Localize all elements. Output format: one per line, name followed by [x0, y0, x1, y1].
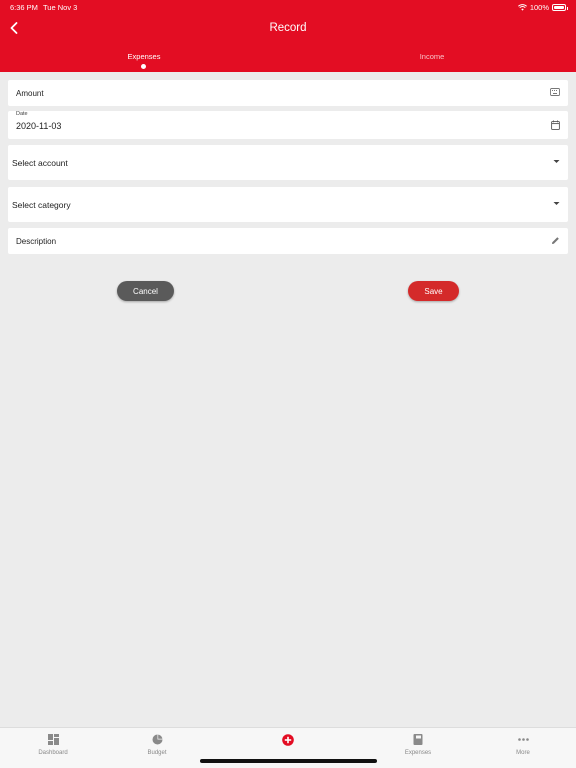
- nav-expenses-label: Expenses: [404, 750, 432, 756]
- tab-income[interactable]: Income: [372, 52, 492, 61]
- more-icon: [483, 733, 563, 746]
- nav-dashboard[interactable]: Dashboard: [13, 733, 93, 756]
- book-icon: [378, 733, 458, 746]
- calendar-icon[interactable]: [551, 120, 560, 130]
- nav-budget-label: Budget: [147, 750, 167, 756]
- home-indicator: [200, 759, 377, 763]
- nav-budget[interactable]: Budget: [117, 733, 197, 756]
- date-field[interactable]: Date 2020-11-03: [8, 111, 568, 139]
- amount-label: Amount: [16, 89, 44, 98]
- dropdown-arrow-icon: [553, 201, 560, 206]
- nav-add[interactable]: [248, 733, 328, 746]
- status-right: 100%: [517, 3, 568, 12]
- dashboard-icon: [13, 733, 93, 746]
- category-select[interactable]: Select category: [8, 187, 568, 222]
- amount-field[interactable]: Amount: [8, 80, 568, 106]
- add-circle-icon: [248, 733, 328, 746]
- active-tab-indicator: [141, 64, 146, 69]
- date-label: Date: [16, 111, 28, 117]
- status-date: Tue Nov 3: [43, 3, 78, 12]
- account-label: Select account: [12, 158, 68, 168]
- account-select[interactable]: Select account: [8, 145, 568, 180]
- nav-more-label: More: [516, 750, 530, 756]
- dropdown-arrow-icon: [553, 159, 560, 164]
- description-field[interactable]: Description: [8, 228, 568, 254]
- nav-expenses[interactable]: Expenses: [378, 733, 458, 756]
- nav-more[interactable]: More: [483, 733, 563, 756]
- page-title: Record: [269, 22, 307, 34]
- pencil-icon: [551, 236, 560, 245]
- status-time: 6:36 PM: [10, 3, 38, 12]
- date-value: 2020-11-03: [16, 121, 62, 131]
- save-button[interactable]: Save: [408, 281, 459, 301]
- keyboard-icon: [550, 88, 560, 96]
- category-label: Select category: [12, 200, 71, 210]
- nav-dashboard-label: Dashboard: [38, 750, 68, 756]
- tab-expenses[interactable]: Expenses: [84, 52, 204, 61]
- pie-chart-icon: [117, 733, 197, 746]
- battery-percent: 100%: [529, 3, 549, 12]
- wifi-icon: [517, 4, 527, 11]
- app-header: 6:36 PM Tue Nov 3 100% Record Expenses I…: [0, 0, 576, 72]
- status-bar: 6:36 PM Tue Nov 3 100%: [10, 3, 568, 13]
- cancel-button[interactable]: Cancel: [117, 281, 174, 301]
- battery-icon: [552, 4, 568, 11]
- description-label: Description: [16, 237, 57, 246]
